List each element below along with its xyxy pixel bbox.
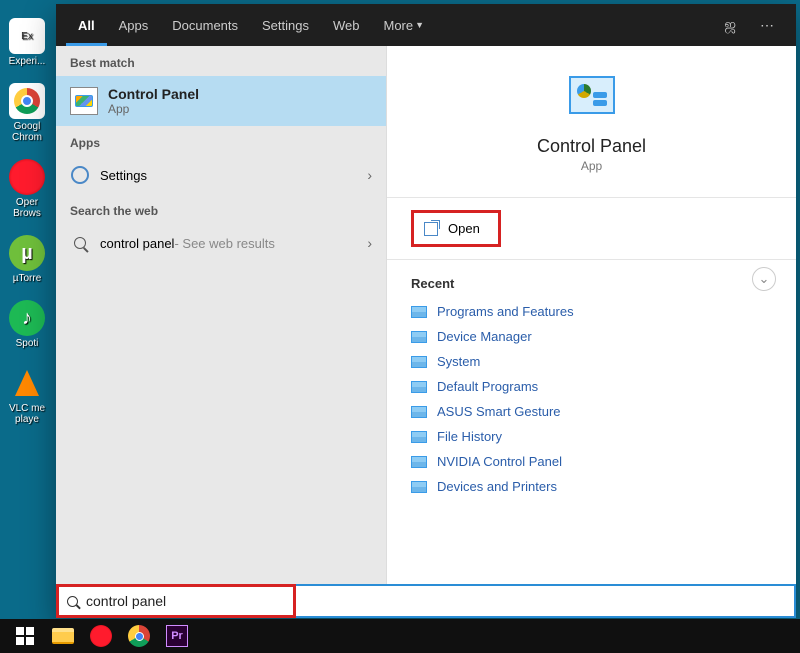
recent-item[interactable]: ASUS Smart Gesture [411, 399, 772, 424]
folder-icon [52, 628, 74, 644]
chevron-right-icon: › [367, 235, 372, 251]
more-options-icon[interactable]: ⋯ [748, 17, 786, 34]
results-left-column: Best match Control Panel App Apps Settin… [56, 46, 386, 584]
windows-icon [16, 627, 34, 645]
recent-item[interactable]: Device Manager [411, 324, 772, 349]
cpl-icon [411, 431, 427, 443]
search-icon [70, 233, 90, 253]
cpl-icon [411, 406, 427, 418]
tab-documents[interactable]: Documents [160, 4, 250, 46]
start-search-panel: All Apps Documents Settings Web More ▼ ஜ… [56, 4, 796, 618]
recent-item[interactable]: File History [411, 424, 772, 449]
result-web-search[interactable]: control panel - See web results › [56, 224, 386, 262]
opera-icon [90, 625, 112, 647]
open-button[interactable]: Open [411, 210, 501, 247]
recent-item[interactable]: System [411, 349, 772, 374]
tab-web[interactable]: Web [321, 4, 372, 46]
taskbar-opera[interactable] [82, 621, 120, 651]
desktop-icon-chrome[interactable]: Googl Chrom [2, 83, 52, 143]
open-icon [424, 222, 438, 236]
taskbar: Pr [0, 619, 800, 653]
desktop-icon-vlc[interactable]: VLC me playe [2, 365, 52, 425]
chevron-right-icon: › [367, 167, 372, 183]
control-panel-large-icon [569, 76, 615, 114]
control-panel-icon [70, 87, 98, 115]
feedback-icon[interactable]: ஜ [712, 16, 748, 35]
tab-all[interactable]: All [66, 4, 107, 46]
preview-pane: Control Panel App Open ⌄ Recent Programs… [386, 46, 796, 584]
search-input-wrap[interactable] [56, 584, 296, 618]
desktop-icons: Ex Experi... Googl Chrom Oper Brows µ µT… [0, 0, 55, 620]
recent-item[interactable]: Programs and Features [411, 299, 772, 324]
desktop-icon-opera[interactable]: Oper Brows [2, 159, 52, 219]
recent-label: Recent [411, 276, 772, 291]
expand-chevron[interactable]: ⌄ [752, 267, 776, 291]
search-web-label: Search the web [56, 194, 386, 224]
gear-icon [70, 165, 90, 185]
premiere-icon: Pr [166, 625, 188, 647]
search-input-extension[interactable] [296, 584, 796, 618]
result-settings[interactable]: Settings › [56, 156, 386, 194]
search-input[interactable] [84, 592, 285, 610]
best-match-label: Best match [56, 46, 386, 76]
desktop-icon-experience[interactable]: Ex Experi... [2, 18, 52, 67]
taskbar-chrome[interactable] [120, 621, 158, 651]
tab-settings[interactable]: Settings [250, 4, 321, 46]
start-button[interactable] [6, 621, 44, 651]
recent-item[interactable]: Default Programs [411, 374, 772, 399]
cpl-icon [411, 356, 427, 368]
cpl-icon [411, 456, 427, 468]
tab-more[interactable]: More ▼ [372, 4, 437, 46]
tab-apps[interactable]: Apps [107, 4, 161, 46]
preview-title: Control Panel [411, 136, 772, 157]
chevron-down-icon: ▼ [415, 20, 424, 30]
recent-item[interactable]: Devices and Printers [411, 474, 772, 499]
chrome-icon [128, 625, 150, 647]
cpl-icon [411, 306, 427, 318]
cpl-icon [411, 331, 427, 343]
search-tab-bar: All Apps Documents Settings Web More ▼ ஜ… [56, 4, 796, 46]
search-bar [56, 584, 796, 618]
cpl-icon [411, 381, 427, 393]
preview-subtitle: App [411, 159, 772, 173]
apps-label: Apps [56, 126, 386, 156]
best-match-title: Control Panel [108, 86, 199, 102]
desktop-icon-utorrent[interactable]: µ µTorre [2, 235, 52, 284]
taskbar-file-explorer[interactable] [44, 621, 82, 651]
desktop-icon-spotify[interactable]: ♪ Spoti [2, 300, 52, 349]
recent-item[interactable]: NVIDIA Control Panel [411, 449, 772, 474]
taskbar-premiere[interactable]: Pr [158, 621, 196, 651]
best-match-subtitle: App [108, 102, 199, 116]
search-icon [67, 596, 78, 607]
cpl-icon [411, 481, 427, 493]
best-match-result[interactable]: Control Panel App [56, 76, 386, 126]
